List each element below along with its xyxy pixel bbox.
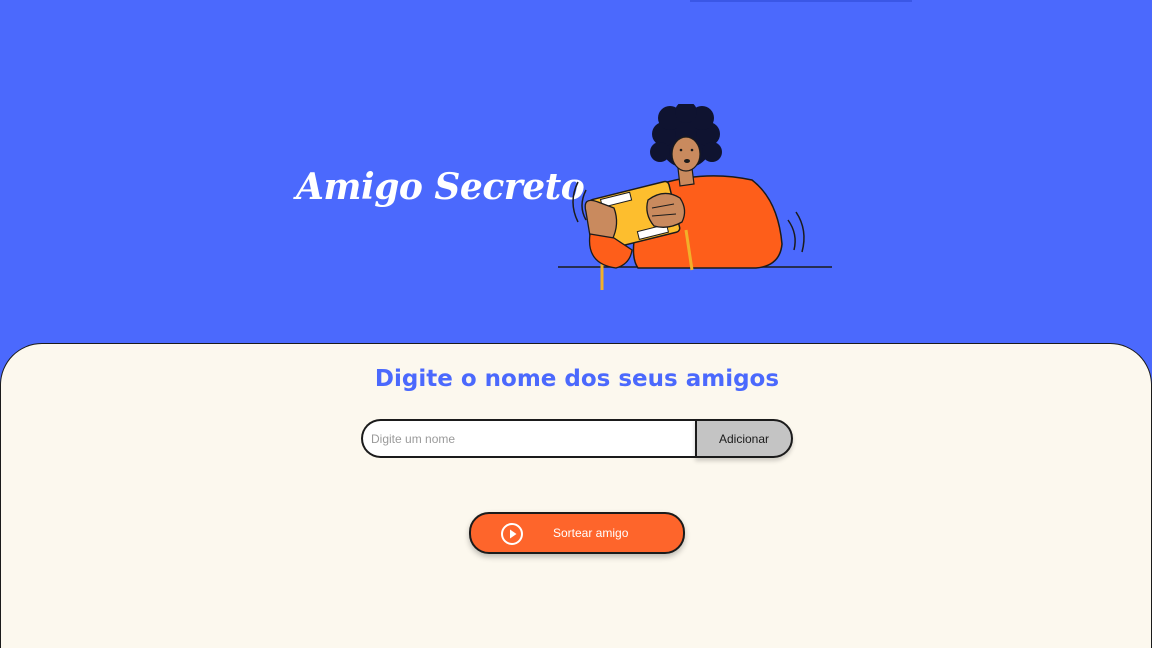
top-divider (690, 0, 912, 2)
draw-button-label: Sortear amigo (553, 526, 629, 540)
add-button[interactable]: Adicionar (695, 419, 793, 458)
page-title: Amigo Secreto (296, 166, 585, 208)
friend-name-input[interactable] (361, 419, 695, 458)
header: Amigo Secreto (0, 0, 1152, 343)
play-circle-icon (501, 523, 523, 545)
draw-friend-button[interactable]: Sortear amigo (469, 512, 685, 554)
section-heading: Digite o nome dos seus amigos (374, 366, 780, 392)
add-friend-form: Adicionar (361, 419, 793, 458)
gamer-illustration (558, 104, 832, 290)
main-panel: Digite o nome dos seus amigos Adicionar … (0, 343, 1152, 648)
